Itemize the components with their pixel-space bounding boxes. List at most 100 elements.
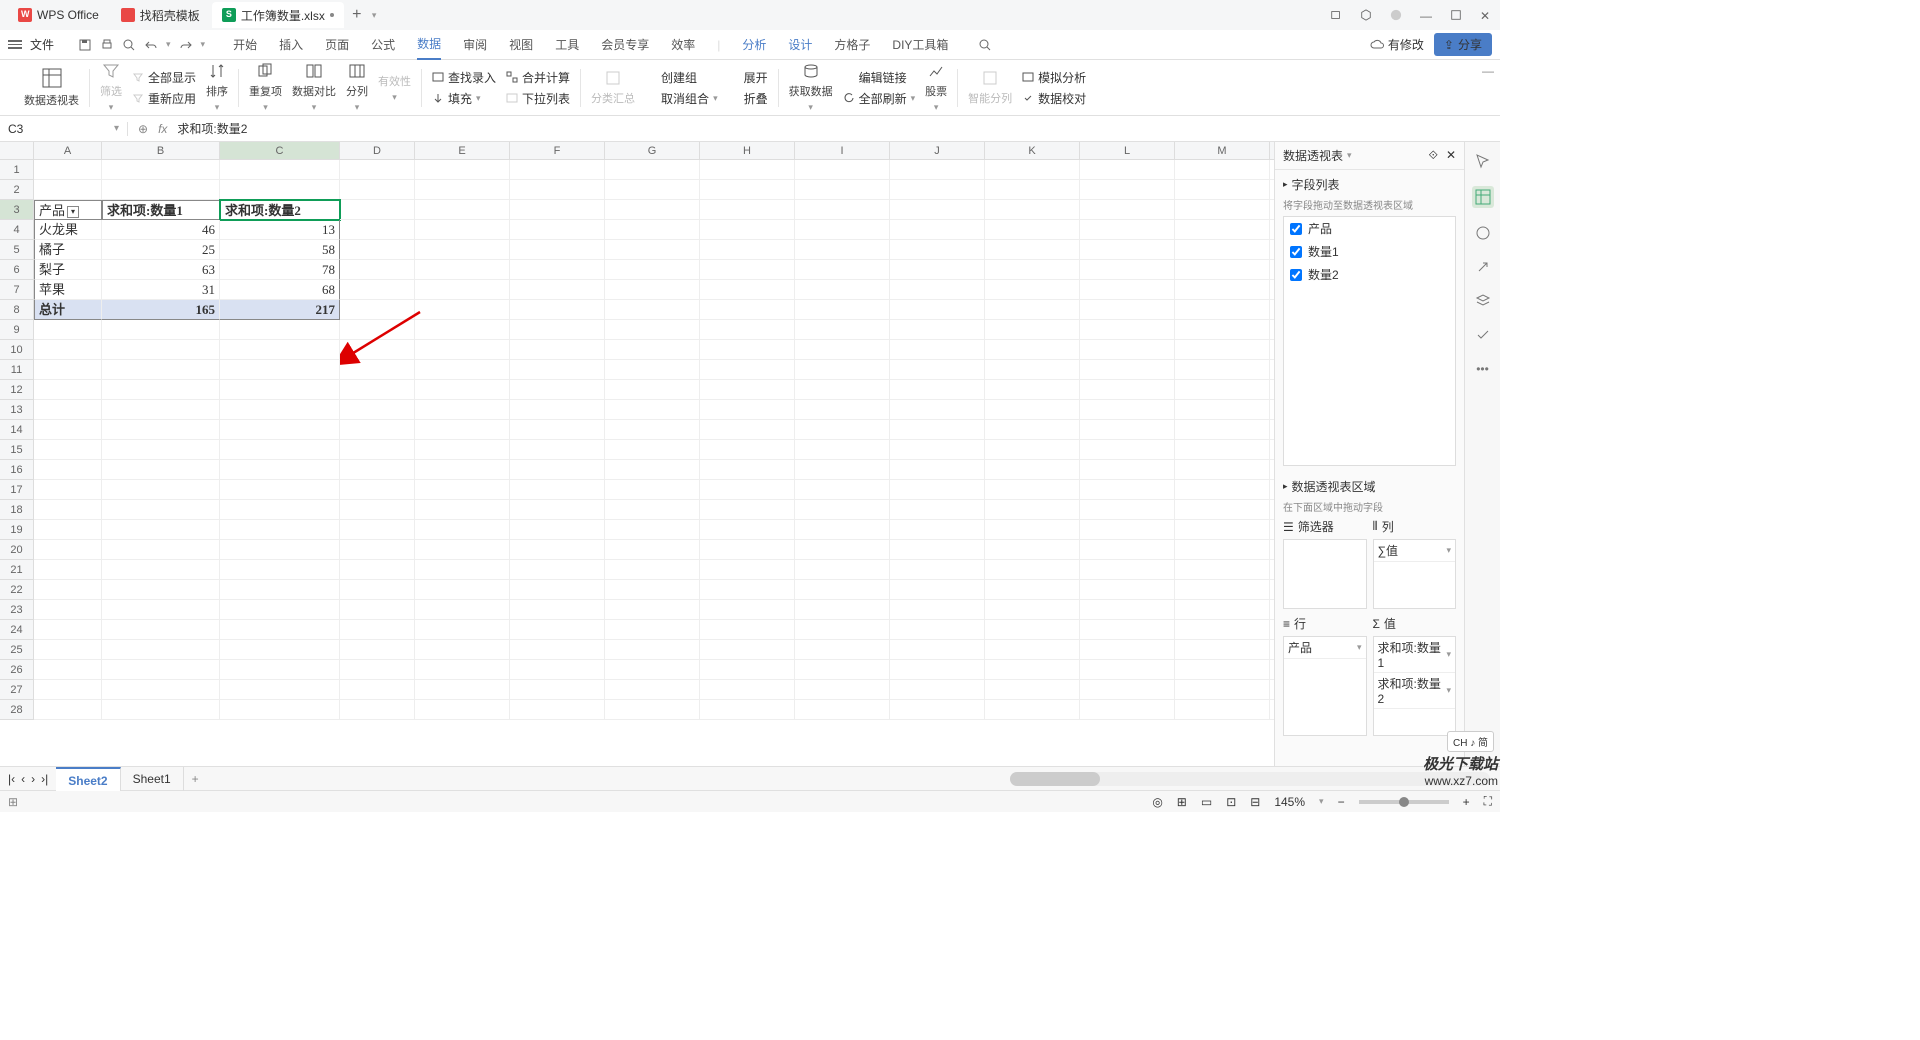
zoom-in-button[interactable]: +: [1463, 795, 1470, 809]
cell-G7[interactable]: [605, 280, 700, 300]
row-header-20[interactable]: 20: [0, 540, 33, 560]
getdata-button[interactable]: 获取数据▾: [789, 62, 833, 113]
cell-C17[interactable]: [220, 480, 340, 500]
tab-efficiency[interactable]: 效率: [671, 36, 695, 53]
tab-insert[interactable]: 插入: [279, 36, 303, 53]
cell-K14[interactable]: [985, 420, 1080, 440]
cell-H22[interactable]: [700, 580, 795, 600]
row-header-9[interactable]: 9: [0, 320, 33, 340]
cell-B20[interactable]: [102, 540, 220, 560]
row-header-12[interactable]: 12: [0, 380, 33, 400]
cell-M1[interactable]: [1175, 160, 1270, 180]
cell-G14[interactable]: [605, 420, 700, 440]
col-header-K[interactable]: K: [985, 142, 1080, 159]
cell-L16[interactable]: [1080, 460, 1175, 480]
cell-I14[interactable]: [795, 420, 890, 440]
cell-K15[interactable]: [985, 440, 1080, 460]
sheet-tab-2[interactable]: Sheet2: [56, 767, 120, 791]
cell-A21[interactable]: [34, 560, 102, 580]
row-header-8[interactable]: 8: [0, 300, 33, 320]
field-product[interactable]: 产品: [1284, 217, 1455, 240]
zoom-level[interactable]: 145%: [1274, 795, 1305, 809]
avatar-icon[interactable]: [1390, 9, 1402, 21]
cell-A14[interactable]: [34, 420, 102, 440]
cell-A6[interactable]: 梨子: [34, 260, 102, 280]
cell-M22[interactable]: [1175, 580, 1270, 600]
cell-B24[interactable]: [102, 620, 220, 640]
cell-F18[interactable]: [510, 500, 605, 520]
cell-D18[interactable]: [340, 500, 415, 520]
cell-F11[interactable]: [510, 360, 605, 380]
cell-L3[interactable]: [1080, 200, 1175, 220]
ime-badge[interactable]: CH ♪ 简: [1447, 731, 1494, 752]
cell-N10[interactable]: [1270, 340, 1274, 360]
cell-M15[interactable]: [1175, 440, 1270, 460]
row-header-18[interactable]: 18: [0, 500, 33, 520]
cell-A28[interactable]: [34, 700, 102, 720]
value-area[interactable]: 求和项:数量1▾ 求和项:数量2▾: [1373, 636, 1457, 736]
cell-B18[interactable]: [102, 500, 220, 520]
tab-start[interactable]: 开始: [233, 36, 257, 53]
cell-K24[interactable]: [985, 620, 1080, 640]
cell-B23[interactable]: [102, 600, 220, 620]
cell-M28[interactable]: [1175, 700, 1270, 720]
cell-N13[interactable]: [1270, 400, 1274, 420]
cell-J25[interactable]: [890, 640, 985, 660]
cell-F15[interactable]: [510, 440, 605, 460]
cell-D15[interactable]: [340, 440, 415, 460]
cell-N1[interactable]: [1270, 160, 1274, 180]
cell-E4[interactable]: [415, 220, 510, 240]
cell-L21[interactable]: [1080, 560, 1175, 580]
row-header-1[interactable]: 1: [0, 160, 33, 180]
field-qty2[interactable]: 数量2: [1284, 263, 1455, 286]
cell-N18[interactable]: [1270, 500, 1274, 520]
cell-M23[interactable]: [1175, 600, 1270, 620]
rail-style-icon[interactable]: [1474, 224, 1492, 242]
cell-A26[interactable]: [34, 660, 102, 680]
cell-E20[interactable]: [415, 540, 510, 560]
close-panel-icon[interactable]: ✕: [1446, 148, 1456, 163]
cell-J5[interactable]: [890, 240, 985, 260]
cell-L5[interactable]: [1080, 240, 1175, 260]
cell-M19[interactable]: [1175, 520, 1270, 540]
cell-G25[interactable]: [605, 640, 700, 660]
cell-H21[interactable]: [700, 560, 795, 580]
cell-I27[interactable]: [795, 680, 890, 700]
tab-design[interactable]: 设计: [788, 36, 812, 53]
row-header-19[interactable]: 19: [0, 520, 33, 540]
cell-J14[interactable]: [890, 420, 985, 440]
cell-A3[interactable]: 产品▾: [34, 200, 102, 220]
cell-I25[interactable]: [795, 640, 890, 660]
view-grid-icon[interactable]: ⊞: [1177, 795, 1187, 809]
cell-J28[interactable]: [890, 700, 985, 720]
row-header-27[interactable]: 27: [0, 680, 33, 700]
column-area[interactable]: ∑值▾: [1373, 539, 1457, 609]
cell-H26[interactable]: [700, 660, 795, 680]
cell-J3[interactable]: [890, 200, 985, 220]
cell-F16[interactable]: [510, 460, 605, 480]
cell-L22[interactable]: [1080, 580, 1175, 600]
cell-G2[interactable]: [605, 180, 700, 200]
row-header-15[interactable]: 15: [0, 440, 33, 460]
cell-J21[interactable]: [890, 560, 985, 580]
cell-H12[interactable]: [700, 380, 795, 400]
add-sheet-button[interactable]: +: [184, 772, 207, 786]
cell-C10[interactable]: [220, 340, 340, 360]
col-header-C[interactable]: C: [220, 142, 340, 159]
cell-L10[interactable]: [1080, 340, 1175, 360]
row-header-24[interactable]: 24: [0, 620, 33, 640]
row-header-16[interactable]: 16: [0, 460, 33, 480]
cell-B11[interactable]: [102, 360, 220, 380]
col-header-D[interactable]: D: [340, 142, 415, 159]
cell-K25[interactable]: [985, 640, 1080, 660]
validate-button[interactable]: 数据校对: [1022, 90, 1086, 107]
cell-K20[interactable]: [985, 540, 1080, 560]
cell-F21[interactable]: [510, 560, 605, 580]
cell-H24[interactable]: [700, 620, 795, 640]
cell-F27[interactable]: [510, 680, 605, 700]
cell-C14[interactable]: [220, 420, 340, 440]
cell-K12[interactable]: [985, 380, 1080, 400]
cell-B6[interactable]: 63: [102, 260, 220, 280]
row-area[interactable]: 产品▾: [1283, 636, 1367, 736]
cell-F12[interactable]: [510, 380, 605, 400]
